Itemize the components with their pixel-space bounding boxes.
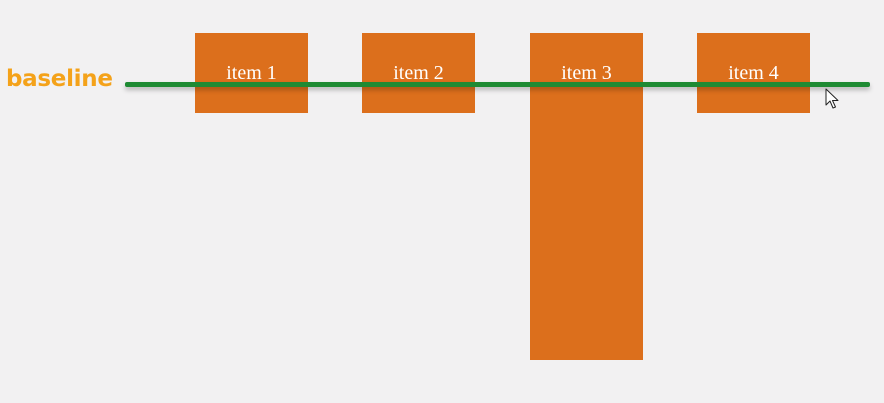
flex-item-3-label: item 3	[561, 62, 612, 84]
flex-item-1: item 1	[195, 33, 308, 113]
mouse-pointer-icon	[825, 88, 839, 109]
flex-item-2-label: item 2	[393, 62, 444, 84]
baseline-line	[125, 82, 870, 87]
flex-item-4: item 4	[697, 33, 810, 113]
flex-item-1-label: item 1	[226, 62, 277, 84]
flex-baseline-diagram: item 1 item 2 item 3 item 4 baseline	[0, 0, 884, 403]
flex-item-2: item 2	[362, 33, 475, 113]
baseline-label: baseline	[6, 66, 113, 92]
flex-item-4-label: item 4	[728, 62, 779, 84]
